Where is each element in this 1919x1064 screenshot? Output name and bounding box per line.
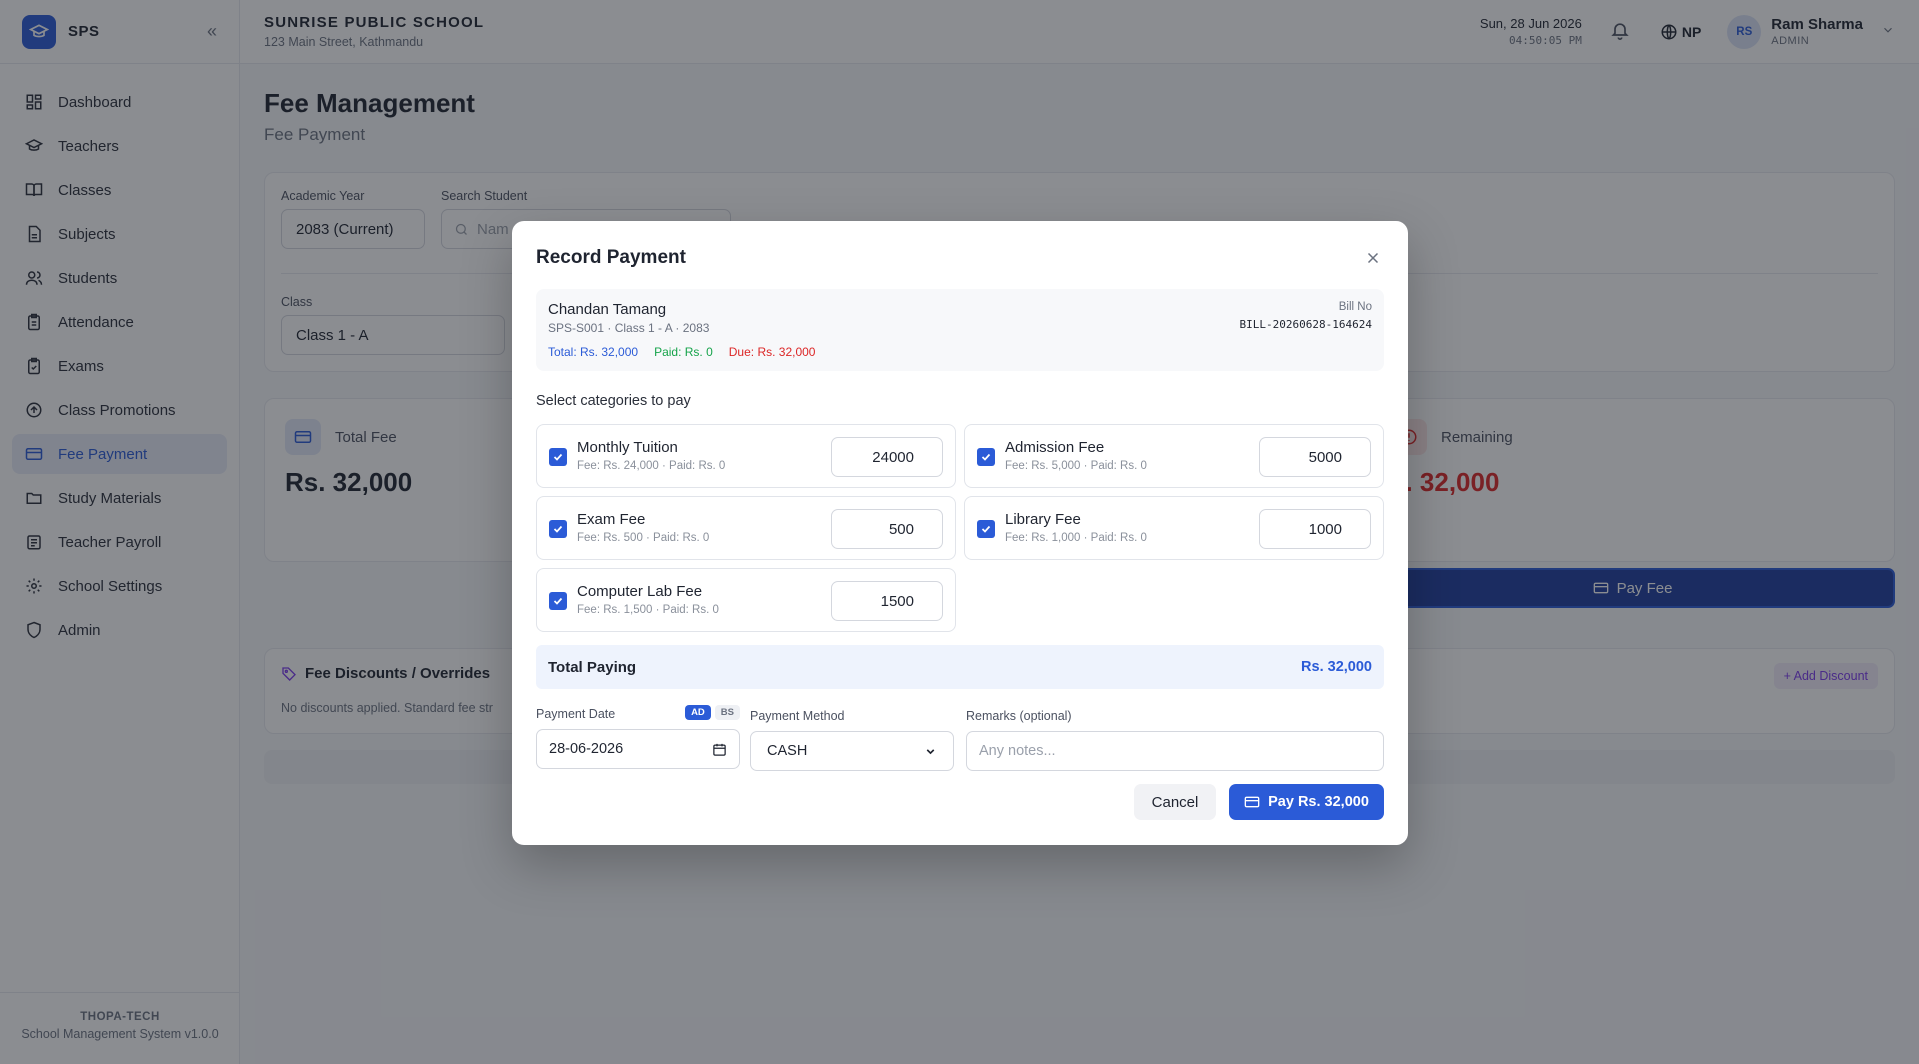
amount-input[interactable]: 1500 [831,581,943,621]
checkbox[interactable] [977,520,995,538]
payment-method-select[interactable]: CASH [750,731,954,771]
bill-number: BILL-20260628-164624 [1239,318,1372,331]
amount-input[interactable]: 5000 [1259,437,1371,477]
category-name: Admission Fee [1005,439,1105,456]
select-categories-title: Select categories to pay [536,393,691,409]
payment-date-field: Payment Date AD BS 28-06-2026 [536,705,740,769]
student-paid: Paid: Rs. 0 [654,345,713,359]
category-card[interactable]: Admission Fee Fee: Rs. 5,000 · Paid: Rs.… [964,424,1384,488]
payment-date-input[interactable]: 28-06-2026 [536,729,740,769]
record-payment-modal: Record Payment Chandan Tamang SPS-S001 ·… [512,221,1408,845]
cancel-button[interactable]: Cancel [1134,784,1216,820]
amount-input[interactable]: 24000 [831,437,943,477]
toggle-bs[interactable]: BS [714,705,740,720]
pay-button[interactable]: Pay Rs. 32,000 [1229,784,1384,820]
chevron-down-icon [926,748,935,754]
calendar-icon[interactable] [712,742,727,757]
category-meta: Fee: Rs. 1,000 · Paid: Rs. 0 [1005,532,1147,544]
student-name: Chandan Tamang [548,301,667,318]
student-due: Due: Rs. 32,000 [728,345,816,359]
student-meta: SPS-S001 · Class 1 - A · 2083 [548,321,710,335]
category-card[interactable]: Library Fee Fee: Rs. 1,000 · Paid: Rs. 0… [964,496,1384,560]
credit-card-icon [1244,796,1260,808]
checkbox[interactable] [977,448,995,466]
toggle-ad[interactable]: AD [685,705,711,720]
category-card[interactable]: Monthly Tuition Fee: Rs. 24,000 · Paid: … [536,424,956,488]
category-meta: Fee: Rs. 5,000 · Paid: Rs. 0 [1005,460,1147,472]
calendar-toggle: AD BS [685,705,740,720]
pay-button-label: Pay Rs. 32,000 [1268,794,1369,810]
category-meta: Fee: Rs. 24,000 · Paid: Rs. 0 [577,460,726,472]
amount-input[interactable]: 1000 [1259,509,1371,549]
student-summary: Chandan Tamang SPS-S001 · Class 1 - A · … [536,289,1384,371]
payment-method-value: CASH [767,743,808,759]
total-paying-value: Rs. 32,000 [1301,659,1372,675]
close-icon[interactable] [1364,249,1384,269]
bill-label: Bill No [1338,301,1372,313]
category-meta: Fee: Rs. 500 · Paid: Rs. 0 [577,532,710,544]
category-card[interactable]: Computer Lab Fee Fee: Rs. 1,500 · Paid: … [536,568,956,632]
remarks-field: Remarks (optional) Any notes... [966,707,1384,771]
checkbox[interactable] [549,592,567,610]
remarks-placeholder: Any notes... [979,743,1056,759]
category-name: Library Fee [1005,511,1081,528]
checkbox[interactable] [549,520,567,538]
total-paying-label: Total Paying [548,658,637,676]
category-card[interactable]: Exam Fee Fee: Rs. 500 · Paid: Rs. 0 500 [536,496,956,560]
category-meta: Fee: Rs. 1,500 · Paid: Rs. 0 [577,604,719,616]
student-total: Total: Rs. 32,000 [548,345,639,359]
remarks-label: Remarks (optional) [966,709,1072,723]
category-name: Monthly Tuition [577,439,678,456]
total-paying-bar: Total Paying Rs. 32,000 [536,645,1384,689]
checkbox[interactable] [549,448,567,466]
modal-title: Record Payment [536,247,686,268]
remarks-input[interactable]: Any notes... [966,731,1384,771]
category-name: Exam Fee [577,511,646,528]
amount-input[interactable]: 500 [831,509,943,549]
payment-method-field: Payment Method CASH [750,707,954,771]
payment-method-label: Payment Method [750,709,845,723]
payment-date-value: 28-06-2026 [549,741,624,757]
student-amounts: Total: Rs. 32,000 Paid: Rs. 0 Due: Rs. 3… [548,345,831,359]
category-name: Computer Lab Fee [577,583,703,600]
